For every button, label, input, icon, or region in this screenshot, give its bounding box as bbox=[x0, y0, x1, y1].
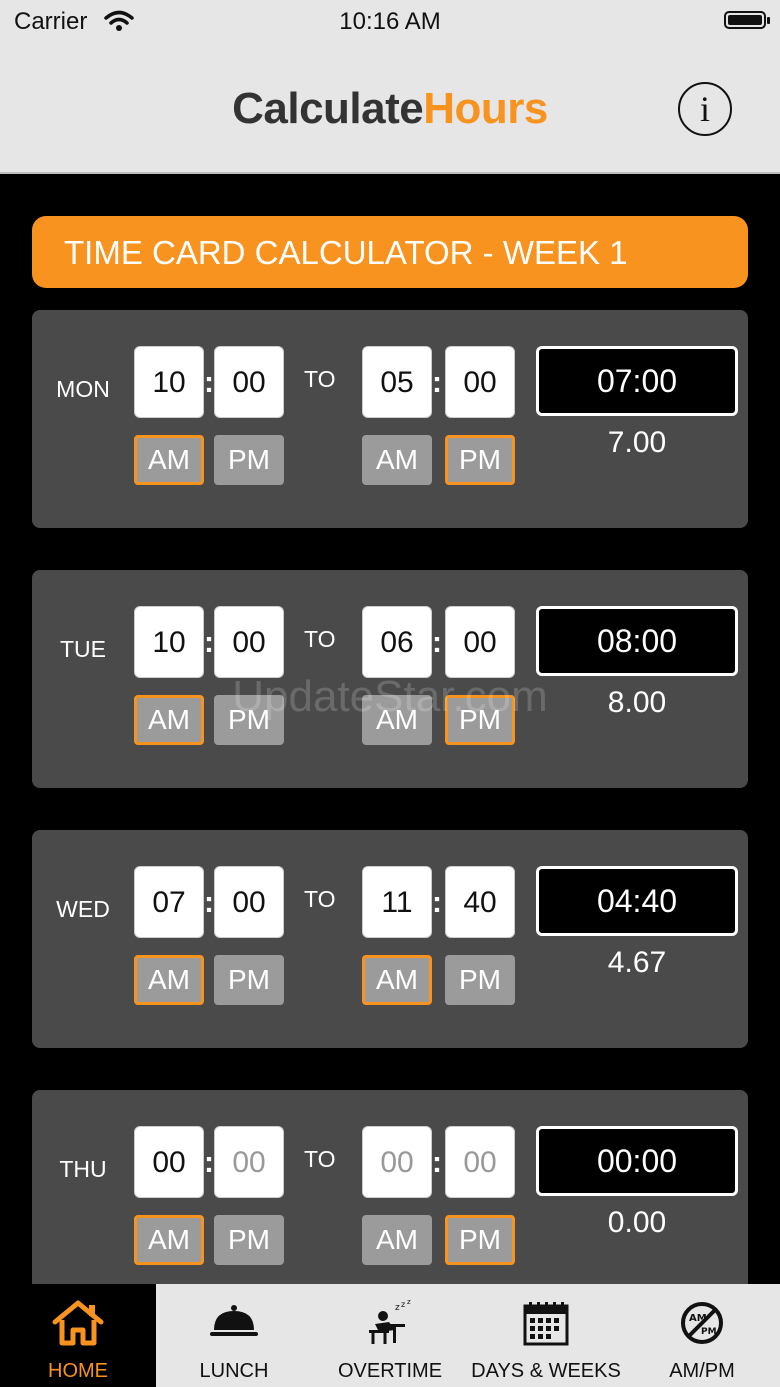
time-separator: : bbox=[204, 626, 214, 659]
tab-label: LUNCH bbox=[199, 1360, 269, 1382]
end-hour-field[interactable]: 00 bbox=[362, 1126, 432, 1198]
start-minute-field[interactable]: 00 bbox=[214, 606, 284, 678]
tab-bar: HOME LUNCH z z z OVERTIME DAYS & WEEKS A… bbox=[0, 1284, 780, 1387]
end-hour-field[interactable]: 11 bbox=[362, 866, 432, 938]
end-pm-button[interactable]: PM bbox=[445, 955, 515, 1005]
day-label: WED bbox=[56, 896, 110, 922]
tab-label: OVERTIME bbox=[337, 1360, 443, 1382]
end-minute-field[interactable]: 40 bbox=[445, 866, 515, 938]
end-pm-button[interactable]: PM bbox=[445, 1215, 515, 1265]
to-label: TO bbox=[304, 626, 336, 652]
start-am-button[interactable]: AM bbox=[134, 955, 204, 1005]
time-separator: : bbox=[432, 886, 442, 919]
info-icon: i bbox=[699, 89, 710, 129]
time-separator: : bbox=[204, 886, 214, 919]
day-card-tue: TUE 10 : 00 TO 06 : 00 AM PM AM PM 08:00… bbox=[32, 570, 748, 788]
end-hour-field[interactable]: 06 bbox=[362, 606, 432, 678]
start-hour-field[interactable]: 07 bbox=[134, 866, 204, 938]
tab-lunch[interactable]: LUNCH bbox=[156, 1284, 312, 1387]
end-am-button[interactable]: AM bbox=[362, 1215, 432, 1265]
end-pm-button[interactable]: PM bbox=[445, 435, 515, 485]
sleeping-worker-icon: z z z bbox=[312, 1298, 468, 1351]
tab-days-weeks[interactable]: DAYS & WEEKS bbox=[468, 1284, 624, 1387]
battery-icon bbox=[724, 11, 770, 29]
total-hours-display: 07:00 bbox=[536, 346, 738, 416]
tab-ampm[interactable]: AM PM AM/PM bbox=[624, 1284, 780, 1387]
start-minute-field[interactable]: 00 bbox=[214, 866, 284, 938]
total-hours-display: 04:40 bbox=[536, 866, 738, 936]
total-hours-display: 08:00 bbox=[536, 606, 738, 676]
cloche-icon bbox=[156, 1300, 312, 1345]
decimal-hours: 7.00 bbox=[607, 426, 667, 459]
tab-home[interactable]: HOME bbox=[0, 1284, 156, 1387]
to-label: TO bbox=[304, 1146, 336, 1172]
day-card-wed: WED 07 : 00 TO 11 : 40 AM PM AM PM 04:40… bbox=[32, 830, 748, 1048]
to-label: TO bbox=[304, 886, 336, 912]
day-card-mon: MON 10 : 00 TO 05 : 00 AM PM AM PM 07:00… bbox=[32, 310, 748, 528]
total-hours-display: 00:00 bbox=[536, 1126, 738, 1196]
end-minute-field[interactable]: 00 bbox=[445, 606, 515, 678]
logo-text-accent: Hours bbox=[423, 84, 548, 133]
status-bar: Carrier 10:16 AM bbox=[0, 0, 780, 44]
start-pm-button[interactable]: PM bbox=[214, 955, 284, 1005]
end-pm-button[interactable]: PM bbox=[445, 695, 515, 745]
nav-bar: CalculateHours i bbox=[0, 44, 780, 174]
end-hour-field[interactable]: 05 bbox=[362, 346, 432, 418]
svg-text:PM: PM bbox=[701, 1327, 717, 1337]
time-separator: : bbox=[432, 1146, 442, 1179]
start-am-button[interactable]: AM bbox=[134, 695, 204, 745]
no-ampm-icon: AM PM bbox=[624, 1300, 780, 1351]
svg-text:z: z bbox=[407, 1300, 411, 1306]
start-minute-field[interactable]: 00 bbox=[214, 346, 284, 418]
to-label: TO bbox=[304, 366, 336, 392]
tab-label: HOME bbox=[48, 1360, 108, 1382]
end-am-button[interactable]: AM bbox=[362, 435, 432, 485]
start-hour-field[interactable]: 10 bbox=[134, 346, 204, 418]
day-label: THU bbox=[59, 1156, 107, 1182]
end-minute-field[interactable]: 00 bbox=[445, 1126, 515, 1198]
svg-text:z: z bbox=[401, 1300, 405, 1309]
time-separator: : bbox=[432, 626, 442, 659]
end-am-button[interactable]: AM bbox=[362, 955, 432, 1005]
section-title: TIME CARD CALCULATOR - WEEK 1 bbox=[64, 234, 628, 271]
svg-text:AM: AM bbox=[689, 1313, 707, 1324]
time-separator: : bbox=[432, 366, 442, 399]
tab-overtime[interactable]: z z z OVERTIME bbox=[312, 1284, 468, 1387]
logo-text-dark: Calculate bbox=[232, 84, 424, 133]
start-am-button[interactable]: AM bbox=[134, 435, 204, 485]
start-am-button[interactable]: AM bbox=[134, 1215, 204, 1265]
day-card-thu: THU 00 : 00 TO 00 : 00 AM PM AM PM 00:00… bbox=[32, 1090, 748, 1308]
start-hour-field[interactable]: 00 bbox=[134, 1126, 204, 1198]
end-minute-field[interactable]: 00 bbox=[445, 346, 515, 418]
home-icon bbox=[0, 1300, 156, 1351]
decimal-hours: 8.00 bbox=[607, 686, 667, 719]
tab-label: AM/PM bbox=[669, 1360, 735, 1382]
time-separator: : bbox=[204, 1146, 214, 1179]
info-button[interactable]: i bbox=[678, 82, 732, 136]
start-pm-button[interactable]: PM bbox=[214, 695, 284, 745]
svg-text:z: z bbox=[395, 1303, 400, 1313]
decimal-hours: 0.00 bbox=[607, 1206, 667, 1239]
start-pm-button[interactable]: PM bbox=[214, 1215, 284, 1265]
decimal-hours: 4.67 bbox=[607, 946, 667, 979]
end-am-button[interactable]: AM bbox=[362, 695, 432, 745]
start-hour-field[interactable]: 10 bbox=[134, 606, 204, 678]
calendar-icon bbox=[468, 1300, 624, 1351]
section-header: TIME CARD CALCULATOR - WEEK 1 bbox=[32, 216, 748, 288]
status-time: 10:16 AM bbox=[339, 8, 441, 35]
start-minute-field[interactable]: 00 bbox=[214, 1126, 284, 1198]
day-label: TUE bbox=[60, 636, 106, 662]
app-logo: CalculateHours bbox=[0, 84, 780, 134]
time-separator: : bbox=[204, 366, 214, 399]
start-pm-button[interactable]: PM bbox=[214, 435, 284, 485]
day-label: MON bbox=[56, 376, 110, 402]
tab-label: DAYS & WEEKS bbox=[471, 1360, 621, 1382]
